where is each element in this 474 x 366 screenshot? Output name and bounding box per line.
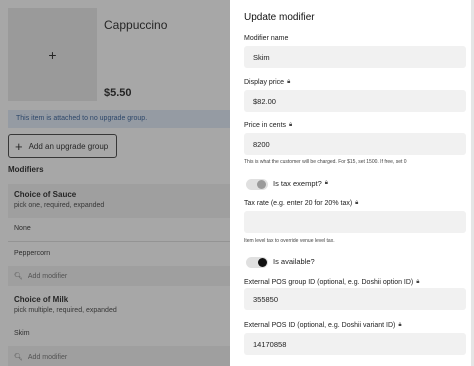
tax-rate-input[interactable] <box>244 211 466 233</box>
price-cents-label: Price in cents 🔒︎ <box>244 122 292 129</box>
add-modifier-button[interactable]: 🔍︎ Add modifier <box>14 353 68 362</box>
product-name: Cappuccino <box>104 18 168 32</box>
modifier-group-subtitle: pick one, required, expanded <box>14 202 105 209</box>
divider <box>8 241 230 242</box>
modifier-option[interactable]: Peppercorn <box>14 250 50 257</box>
modifier-name-input[interactable]: Skim <box>244 46 466 68</box>
modifier-group-title: Choice of Milk <box>14 295 69 304</box>
pos-id-input[interactable]: 14170858 <box>244 333 466 355</box>
tax-rate-help: Item level tax to override venue level t… <box>244 238 335 244</box>
toggle-knob <box>258 258 267 267</box>
available-toggle[interactable] <box>246 257 268 268</box>
lock-icon: 🔒︎ <box>416 279 420 285</box>
modifier-group-subtitle: pick multiple, required, expanded <box>14 307 117 314</box>
search-icon: 🔍︎ <box>14 354 23 361</box>
tax-exempt-label: Is tax exempt? 🔒︎ <box>273 179 328 188</box>
display-price-label-text: Display price <box>244 79 285 86</box>
pos-group-id-input[interactable]: 355850 <box>244 288 466 310</box>
modifier-option[interactable]: Skim <box>14 330 30 337</box>
display-price-input[interactable]: $82.00 <box>244 90 466 112</box>
pos-group-id-label: External POS group ID (optional, e.g. Do… <box>244 279 419 286</box>
toggle-knob <box>257 180 266 189</box>
add-image-icon[interactable]: + <box>48 47 56 63</box>
available-label: Is available? <box>273 257 315 266</box>
pos-id-label: External POS ID (optional, e.g. Doshii v… <box>244 322 402 329</box>
product-image-placeholder[interactable]: + <box>8 8 97 101</box>
lock-icon: 🔒︎ <box>324 180 328 186</box>
modifier-option[interactable]: None <box>14 225 31 232</box>
tax-exempt-label-text: Is tax exempt? <box>273 179 322 188</box>
modifier-name-label: Modifier name <box>244 35 288 42</box>
update-modifier-drawer: Update modifier Modifier name Skim Displ… <box>230 0 474 366</box>
lock-icon: 🔒︎ <box>287 79 291 85</box>
plus-icon: + <box>15 138 23 154</box>
add-upgrade-group-label: Add an upgrade group <box>28 141 109 151</box>
tax-rate-label-text: Tax rate (e.g. enter 20 for 20% tax) <box>244 200 353 207</box>
price-cents-help: This is what the customer will be charge… <box>244 159 407 165</box>
tax-rate-label: Tax rate (e.g. enter 20 for 20% tax) 🔒︎ <box>244 200 358 207</box>
search-icon: 🔍︎ <box>14 273 23 280</box>
lock-icon: 🔒︎ <box>398 322 402 328</box>
product-price: $5.50 <box>104 87 132 99</box>
price-cents-label-text: Price in cents <box>244 122 287 129</box>
drawer-title: Update modifier <box>244 12 315 23</box>
product-panel: + Cappuccino $5.50 This item is attached… <box>0 0 230 366</box>
available-label-text: Is available? <box>273 257 315 266</box>
modifier-group-title: Choice of Sauce <box>14 190 77 199</box>
modifier-name-label-text: Modifier name <box>244 35 289 42</box>
upgrade-group-info: This item is attached to no upgrade grou… <box>8 110 230 128</box>
price-cents-input[interactable]: 8200 <box>244 133 466 155</box>
modifiers-heading: Modifiers <box>8 165 44 174</box>
lock-icon: 🔒︎ <box>289 122 293 128</box>
tax-exempt-toggle[interactable] <box>246 179 268 190</box>
lock-icon: 🔒︎ <box>355 200 359 206</box>
pos-group-id-label-text: External POS group ID (optional, e.g. Do… <box>244 279 414 286</box>
add-modifier-button[interactable]: 🔍︎ Add modifier <box>14 272 68 281</box>
pos-id-label-text: External POS ID (optional, e.g. Doshii v… <box>244 322 396 329</box>
display-price-label: Display price 🔒︎ <box>244 79 290 86</box>
add-upgrade-group-button[interactable]: + Add an upgrade group <box>8 134 117 158</box>
add-modifier-label: Add modifier <box>27 353 68 361</box>
add-modifier-label: Add modifier <box>27 272 68 280</box>
